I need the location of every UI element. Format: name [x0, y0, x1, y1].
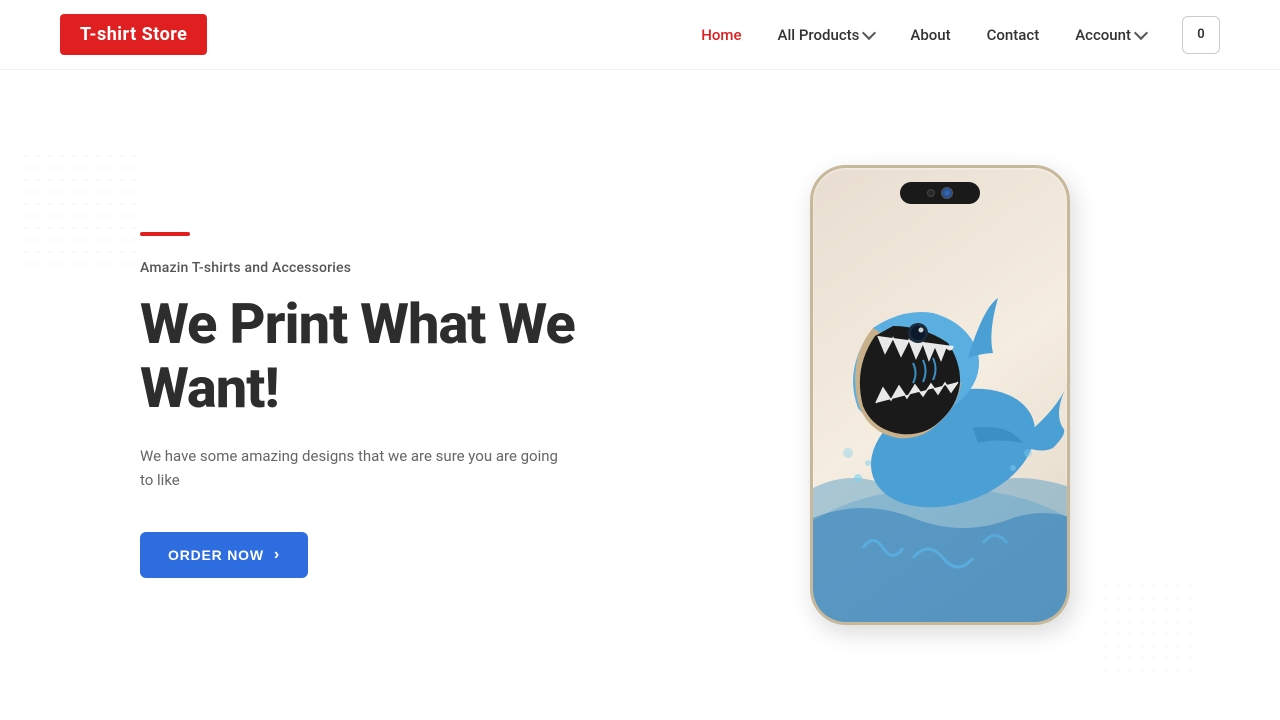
phone-volume-up-button — [810, 268, 812, 308]
nav-about[interactable]: About — [910, 26, 950, 44]
nav-account[interactable]: Account — [1075, 26, 1146, 44]
phone-screen-art — [813, 168, 1067, 622]
nav-contact[interactable]: Contact — [987, 26, 1040, 44]
phone-body — [810, 165, 1070, 625]
hero-section: Amazin T-shirts and Accessories We Print… — [0, 70, 1280, 720]
camera-dot — [927, 189, 935, 197]
main-nav: Home All Products About Contact Account … — [701, 16, 1220, 54]
hero-description: We have some amazing designs that we are… — [140, 444, 560, 492]
hero-title: We Print What We Want! — [140, 292, 660, 421]
cart-count: 0 — [1197, 27, 1204, 42]
phone-notch — [900, 182, 980, 204]
phone-volume-down-button — [810, 318, 812, 358]
nav-home[interactable]: Home — [701, 26, 741, 44]
phone-mockup — [810, 165, 1070, 625]
nav-products[interactable]: All Products — [778, 26, 875, 44]
phone-power-button — [1068, 288, 1070, 348]
chevron-down-icon — [1134, 25, 1148, 39]
header: T-shirt Store Home All Products About Co… — [0, 0, 1280, 70]
chevron-down-icon — [862, 25, 876, 39]
brand-logo[interactable]: T-shirt Store — [60, 14, 207, 55]
order-now-button[interactable]: ORDER NOW › — [140, 532, 308, 578]
cart-button[interactable]: 0 — [1182, 16, 1220, 54]
arrow-icon: › — [274, 546, 280, 564]
hero-divider-decoration — [140, 232, 190, 236]
hero-subtitle: Amazin T-shirts and Accessories — [140, 260, 660, 276]
hero-content: Amazin T-shirts and Accessories We Print… — [140, 212, 660, 579]
dot-grid-left — [20, 150, 140, 270]
camera-sensor — [941, 187, 953, 199]
hero-image-area — [660, 70, 1220, 720]
